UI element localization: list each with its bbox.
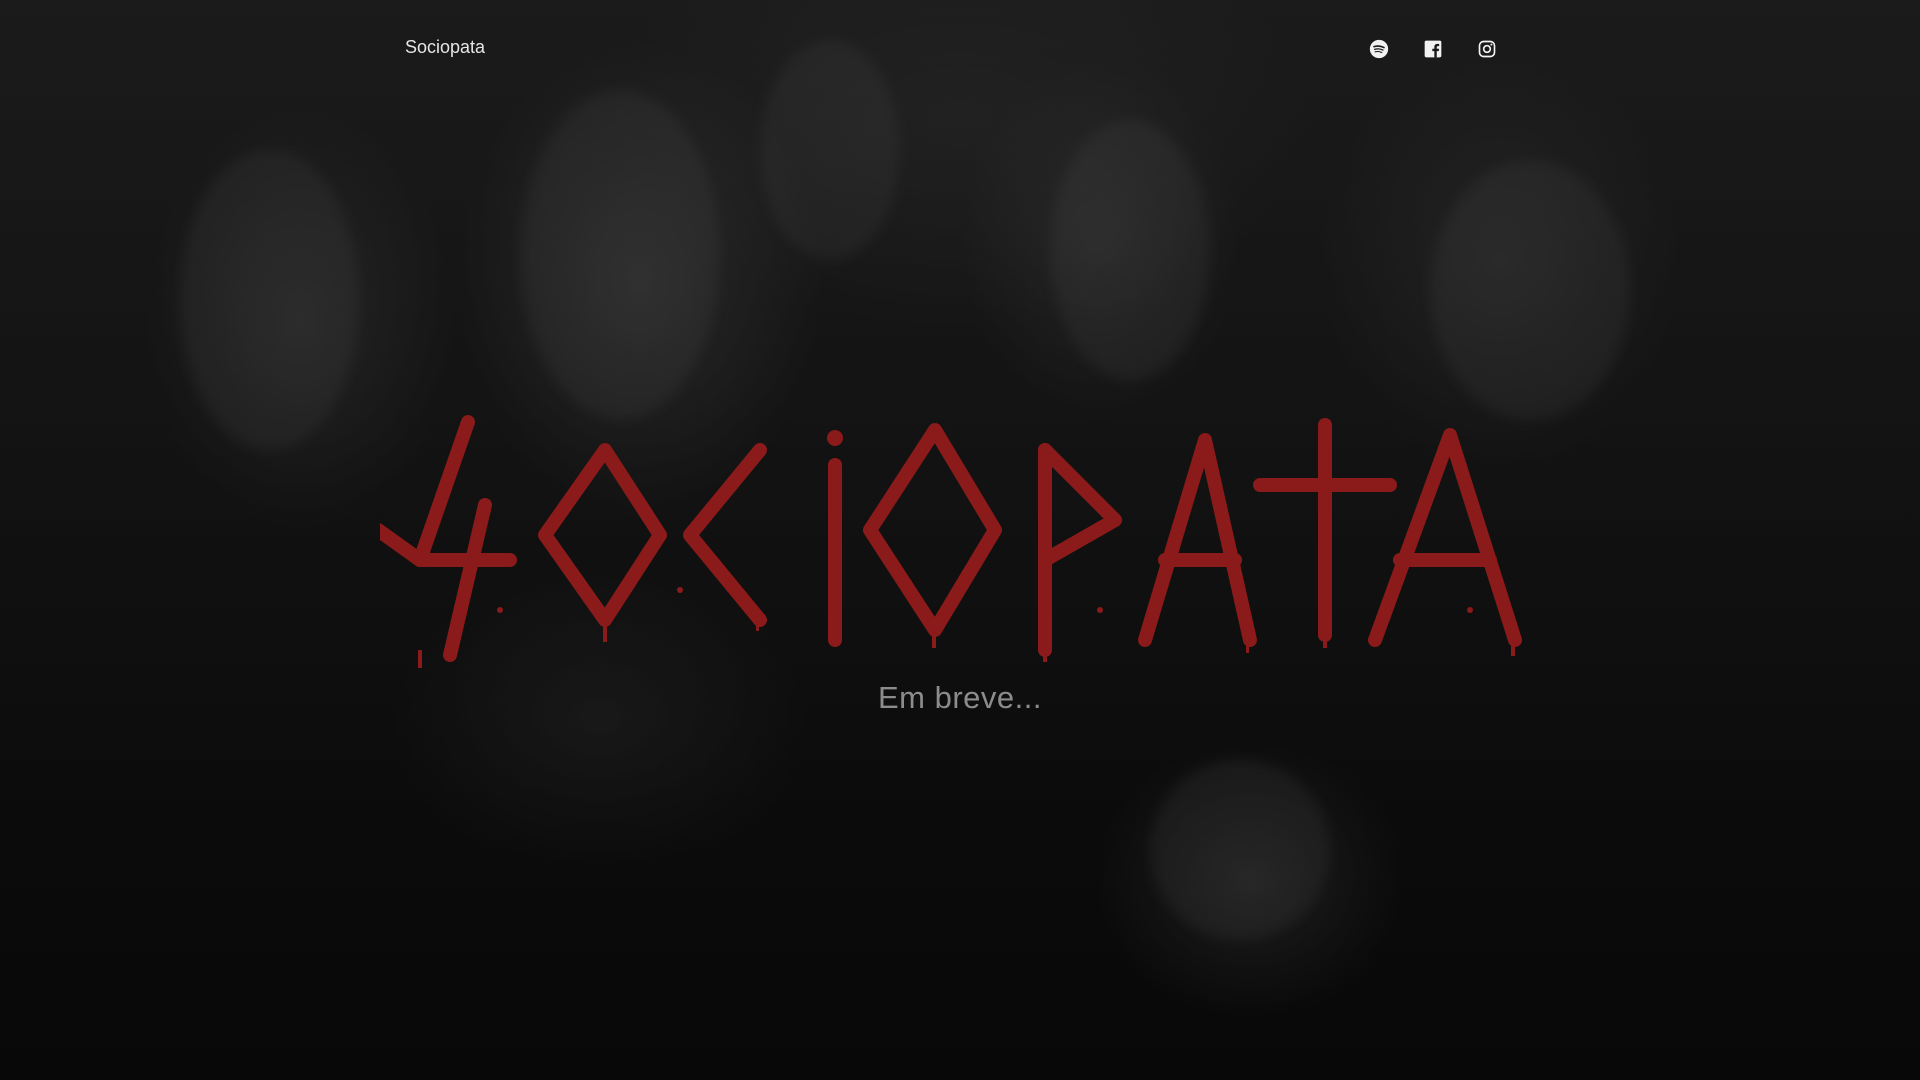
spotify-icon	[1369, 39, 1389, 59]
spotify-link[interactable]	[1368, 38, 1390, 60]
brand-link[interactable]: Sociopata	[405, 37, 485, 58]
facebook-icon	[1424, 40, 1442, 58]
instagram-icon	[1478, 40, 1496, 58]
band-logo	[380, 410, 1540, 670]
instagram-link[interactable]	[1476, 38, 1498, 60]
landing-page: Sociopata Em breve...	[0, 0, 1920, 1080]
band-logo-graphic	[380, 415, 1522, 668]
top-navbar: Sociopata	[0, 0, 1920, 100]
coming-soon-text: Em breve...	[878, 680, 1042, 715]
facebook-link[interactable]	[1422, 38, 1444, 60]
